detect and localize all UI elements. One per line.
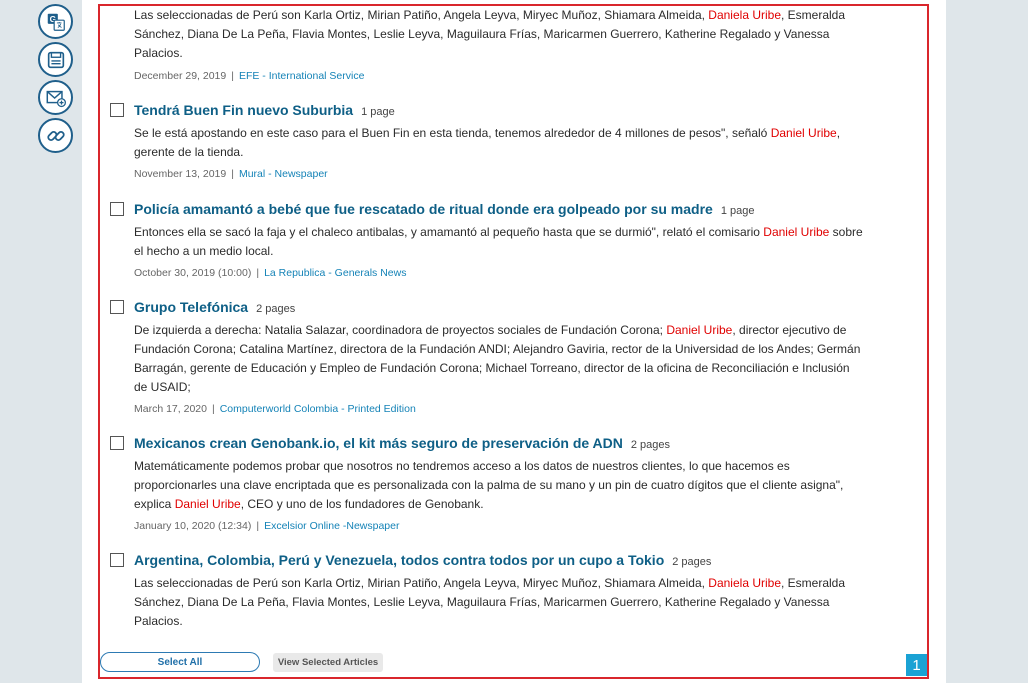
article-date: January 10, 2020 (12:34) [134,520,252,532]
article-snippet: Las seleccionadas de Perú son Karla Orti… [134,576,846,628]
tool-rail: G [36,0,76,683]
article-meta: November 13, 2019 | Mural - Newspaper [134,168,328,180]
article-snippet: Matemáticamente podemos probar que nosot… [134,459,844,511]
search-highlight: Daniela Uribe [708,8,781,22]
article-title-link[interactable]: Mexicanos crean Genobank.io, el kit más … [134,435,623,451]
article-title-row: Grupo Telefónica 2 pages [134,299,295,317]
article-date: December 29, 2019 [134,70,227,82]
article-checkbox[interactable] [110,103,124,117]
article-title-link[interactable]: Tendrá Buen Fin nuevo Suburbia [134,102,353,118]
email-icon [46,90,66,107]
meta-separator: | [211,403,215,415]
article-source-link[interactable]: Computerworld Colombia - Printed Edition [220,403,416,415]
article-checkbox[interactable] [110,553,124,567]
translate-button[interactable]: G [38,4,73,39]
article-meta: October 30, 2019 (10:00) | La Republica - … [134,267,406,279]
article-title-link[interactable]: Argentina, Colombia, Perú y Venezuela, t… [134,552,664,568]
meta-separator: | [256,520,260,532]
article-source-link[interactable]: EFE - International Service [239,70,364,82]
view-selected-articles-button[interactable]: View Selected Articles [273,653,383,672]
article-source-link[interactable]: Excelsior Online -Newspaper [264,520,399,532]
article-checkbox[interactable] [110,300,124,314]
search-highlight: Daniel Uribe [174,497,241,511]
results-list: Las seleccionadas de Perú son Karla Orti… [98,4,929,679]
article-date: March 17, 2020 [134,403,207,415]
page-count: 1 page [720,205,755,217]
save-icon [47,51,64,68]
article-date: November 13, 2019 [134,168,227,180]
search-highlight: Daniel Uribe [666,323,733,337]
article-snippet: De izquierda a derecha: Natalia Salazar,… [134,323,861,394]
email-button[interactable] [38,80,73,115]
article-date: October 30, 2019 (10:00) [134,267,252,279]
article-snippet: Se le está apostando en este caso para e… [134,126,841,159]
page-count: 2 pages [256,303,296,315]
select-all-button[interactable]: Select All [100,652,260,672]
article-title-link[interactable]: Policía amamantó a bebé que fue rescatad… [134,201,713,217]
link-button[interactable] [38,118,73,153]
save-button[interactable] [38,42,73,77]
article-meta: January 10, 2020 (12:34) | Excelsior Onlin… [134,520,399,532]
translate-icon: G [47,13,65,31]
link-icon [46,130,65,141]
article-snippet: Entonces ella se sacó la faja y el chale… [134,225,863,258]
article-checkbox[interactable] [110,202,124,216]
article-title-row: Argentina, Colombia, Perú y Venezuela, t… [134,552,711,570]
page-number-badge[interactable]: 1 [906,654,927,676]
article-meta: December 29, 2019 | EFE - International Se… [134,70,364,82]
article-source-link[interactable]: La Republica - Generals News [264,267,406,279]
search-highlight: Daniela Uribe [708,576,781,590]
article-meta: March 17, 2020 | Computerworld Colombia - … [134,403,416,415]
page-count: 2 pages [630,439,671,451]
meta-separator: | [256,267,260,279]
article-snippet: Las seleccionadas de Perú son Karla Orti… [134,8,846,60]
article-title-row: Mexicanos crean Genobank.io, el kit más … [134,435,670,453]
page-count: 1 page [361,106,395,118]
meta-separator: | [231,168,234,180]
article-title-link[interactable]: Grupo Telefónica [134,299,248,315]
search-highlight: Daniel Uribe [770,126,837,140]
search-highlight: Daniel Uribe [763,225,830,239]
article-checkbox[interactable] [110,436,124,450]
meta-separator: | [231,70,234,82]
article-title-row: Tendrá Buen Fin nuevo Suburbia 1 page [134,102,395,120]
article-source-link[interactable]: Mural - Newspaper [239,168,328,180]
page-count: 2 pages [672,556,712,568]
article-title-row: Policía amamantó a bebé que fue rescatad… [134,201,754,219]
